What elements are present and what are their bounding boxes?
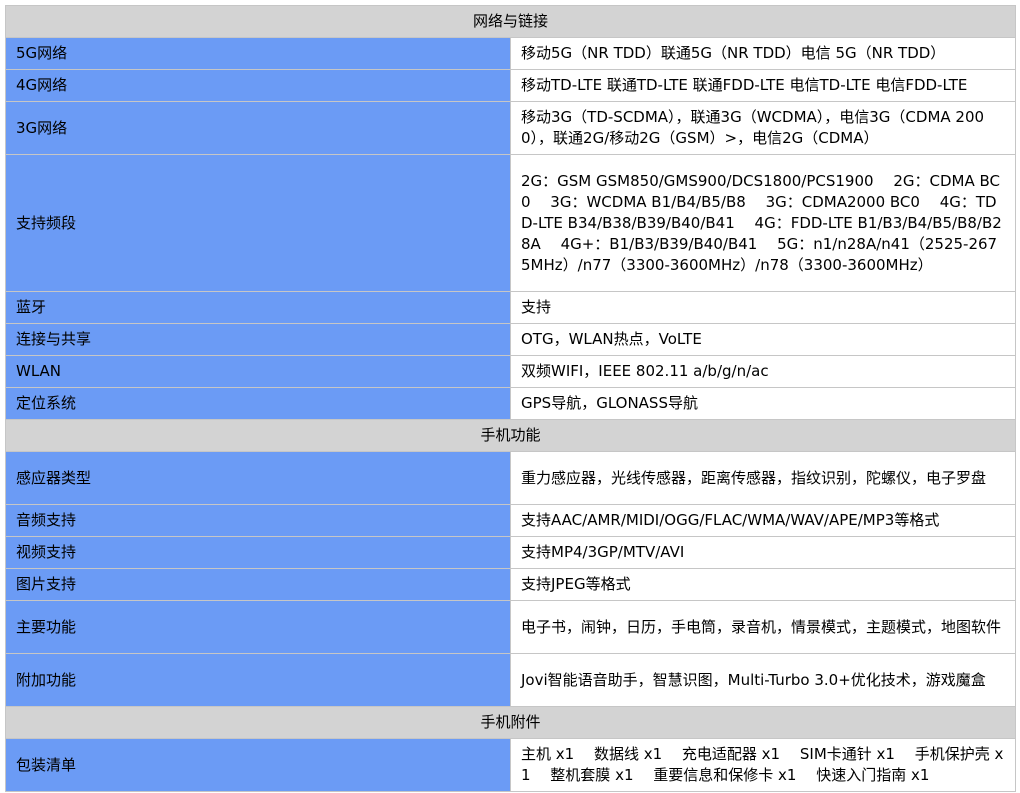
spec-table: 网络与链接 5G网络 移动5G（NR TDD）联通5G（NR TDD）电信 5G… <box>5 5 1016 792</box>
spec-value: 移动TD-LTE 联通TD-LTE 联通FDD-LTE 电信TD-LTE 电信F… <box>510 69 1016 102</box>
spec-label: 定位系统 <box>5 387 511 420</box>
spec-label: 连接与共享 <box>5 323 511 356</box>
spec-row: 主要功能 电子书，闹钟，日历，手电筒，录音机，情景模式，主题模式，地图软件 <box>5 600 1016 654</box>
spec-row: 感应器类型 重力感应器，光线传感器，距离传感器，指纹识别，陀螺仪，电子罗盘 <box>5 451 1016 505</box>
spec-value: 支持JPEG等格式 <box>510 568 1016 601</box>
spec-value: 移动5G（NR TDD）联通5G（NR TDD）电信 5G（NR TDD） <box>510 37 1016 70</box>
spec-row: 图片支持 支持JPEG等格式 <box>5 568 1016 601</box>
spec-label: 包装清单 <box>5 738 511 792</box>
spec-label: 视频支持 <box>5 536 511 569</box>
spec-row: 3G网络 移动3G（TD-SCDMA），联通3G（WCDMA），电信3G（CDM… <box>5 101 1016 155</box>
spec-row: 支持频段 2G：GSM GSM850/GMS900/DCS1800/PCS190… <box>5 154 1016 292</box>
spec-label: 主要功能 <box>5 600 511 654</box>
spec-label: 蓝牙 <box>5 291 511 324</box>
section-title: 手机功能 <box>5 419 1016 452</box>
spec-value: 主机 x1 数据线 x1 充电适配器 x1 SIM卡通针 x1 手机保护壳 x1… <box>510 738 1016 792</box>
section-header-row: 网络与链接 <box>5 5 1016 38</box>
spec-value: 支持 <box>510 291 1016 324</box>
spec-value: OTG，WLAN热点，VoLTE <box>510 323 1016 356</box>
section-header-row: 手机功能 <box>5 419 1016 452</box>
spec-row: 连接与共享 OTG，WLAN热点，VoLTE <box>5 323 1016 356</box>
spec-label: WLAN <box>5 355 511 388</box>
spec-label: 3G网络 <box>5 101 511 155</box>
spec-label: 4G网络 <box>5 69 511 102</box>
spec-label: 支持频段 <box>5 154 511 292</box>
spec-row: 附加功能 Jovi智能语音助手，智慧识图，Multi-Turbo 3.0+优化技… <box>5 653 1016 707</box>
spec-row: 音频支持 支持AAC/AMR/MIDI/OGG/FLAC/WMA/WAV/APE… <box>5 504 1016 537</box>
spec-value: 支持MP4/3GP/MTV/AVI <box>510 536 1016 569</box>
spec-value: 移动3G（TD-SCDMA），联通3G（WCDMA），电信3G（CDMA 200… <box>510 101 1016 155</box>
spec-row: 定位系统 GPS导航，GLONASS导航 <box>5 387 1016 420</box>
section-title: 手机附件 <box>5 706 1016 739</box>
spec-value: 2G：GSM GSM850/GMS900/DCS1800/PCS1900 2G：… <box>510 154 1016 292</box>
spec-row: 视频支持 支持MP4/3GP/MTV/AVI <box>5 536 1016 569</box>
spec-label: 5G网络 <box>5 37 511 70</box>
spec-value: 电子书，闹钟，日历，手电筒，录音机，情景模式，主题模式，地图软件 <box>510 600 1016 654</box>
spec-row: 5G网络 移动5G（NR TDD）联通5G（NR TDD）电信 5G（NR TD… <box>5 37 1016 70</box>
spec-value: 支持AAC/AMR/MIDI/OGG/FLAC/WMA/WAV/APE/MP3等… <box>510 504 1016 537</box>
spec-row: WLAN 双频WIFI，IEEE 802.11 a/b/g/n/ac <box>5 355 1016 388</box>
spec-value: 重力感应器，光线传感器，距离传感器，指纹识别，陀螺仪，电子罗盘 <box>510 451 1016 505</box>
spec-label: 附加功能 <box>5 653 511 707</box>
section-title: 网络与链接 <box>5 5 1016 38</box>
section-header-row: 手机附件 <box>5 706 1016 739</box>
spec-value: 双频WIFI，IEEE 802.11 a/b/g/n/ac <box>510 355 1016 388</box>
spec-value: GPS导航，GLONASS导航 <box>510 387 1016 420</box>
spec-row: 4G网络 移动TD-LTE 联通TD-LTE 联通FDD-LTE 电信TD-LT… <box>5 69 1016 102</box>
spec-label: 音频支持 <box>5 504 511 537</box>
spec-row: 包装清单 主机 x1 数据线 x1 充电适配器 x1 SIM卡通针 x1 手机保… <box>5 738 1016 792</box>
spec-label: 图片支持 <box>5 568 511 601</box>
spec-value: Jovi智能语音助手，智慧识图，Multi-Turbo 3.0+优化技术，游戏魔… <box>510 653 1016 707</box>
spec-row: 蓝牙 支持 <box>5 291 1016 324</box>
spec-label: 感应器类型 <box>5 451 511 505</box>
